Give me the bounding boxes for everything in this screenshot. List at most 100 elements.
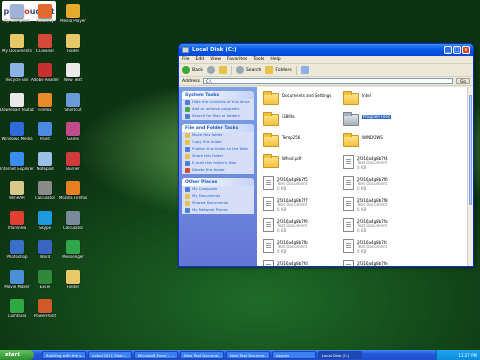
desktop-icon[interactable]: Folder xyxy=(58,33,88,54)
desktop-icon[interactable]: Firefox xyxy=(30,92,60,113)
menu-item-help[interactable]: Help xyxy=(270,57,280,62)
task-link[interactable]: My Documents xyxy=(182,193,254,200)
taskbar-button[interactable]: Building with the s... xyxy=(42,351,86,359)
folder-item[interactable]: WINDOWS xyxy=(343,133,423,154)
file-item[interactable]: 2f316a4g8b7fa Text Document 0 KB xyxy=(343,217,423,238)
desktop-icon[interactable]: Burner xyxy=(58,151,88,172)
desktop-icon[interactable]: Folder xyxy=(58,269,88,290)
window-titlebar[interactable]: Local Disk (C:) _ □ x xyxy=(179,44,473,56)
desktop-icon[interactable]: Skype xyxy=(30,210,60,231)
file-item[interactable]: 2f316a4g8b7fc Text Document 0 KB xyxy=(343,238,423,259)
task-link[interactable]: Copy this folder xyxy=(182,139,254,146)
desktop-icon[interactable]: Shortcut xyxy=(58,92,88,113)
task-link[interactable]: E-mail this folder's files xyxy=(182,160,254,167)
vertical-scrollbar[interactable] xyxy=(467,87,473,266)
desktop-icon[interactable]: Media Player xyxy=(58,4,88,24)
task-panel-header[interactable]: Other Places xyxy=(182,178,254,186)
file-view[interactable]: Documents and Settings Intel i386fa Program… xyxy=(257,87,473,266)
desktop-icon[interactable]: WinRAR xyxy=(2,181,32,201)
taskbar-button[interactable]: Microsoft Excel - ... xyxy=(134,351,178,359)
views-icon[interactable] xyxy=(300,66,309,74)
desktop-icon[interactable]: Word xyxy=(30,240,60,260)
desktop-icon[interactable]: Movie Maker xyxy=(2,269,32,290)
task-link[interactable]: Delete this folder xyxy=(182,167,254,174)
desktop-icon[interactable]: CCleaner xyxy=(30,33,60,54)
desktop-icon[interactable]: Game xyxy=(58,122,88,142)
minimize-button[interactable]: _ xyxy=(444,46,452,54)
program-icon xyxy=(66,92,80,107)
desktop-icon[interactable]: Calculator xyxy=(30,181,60,201)
task-link[interactable]: Hide the contents of this drive xyxy=(182,99,254,106)
taskbar-button[interactable]: New Text Docume... xyxy=(180,351,224,359)
desktop-icon[interactable]: Windows Media xyxy=(1,122,33,142)
task-panel-header[interactable]: System Tasks xyxy=(182,91,254,99)
desktop-icon[interactable]: Calculator xyxy=(58,210,88,231)
search-button[interactable]: Search xyxy=(235,66,261,74)
desktop-icon[interactable]: Mozilla Firefox xyxy=(58,181,88,201)
task-link[interactable]: Search for files or folders xyxy=(182,113,254,120)
desktop-icon[interactable]: New Text xyxy=(58,63,88,83)
forward-button[interactable] xyxy=(206,66,215,74)
folder-item[interactable]: Whnd.pdf xyxy=(263,154,343,175)
file-item[interactable]: 2f316a4g8b7fb Text Document 0 KB xyxy=(263,238,343,259)
file-item[interactable]: 2f316a4g8b7f8 Text Document 0 KB xyxy=(343,196,423,217)
menu-item-tools[interactable]: Tools xyxy=(253,57,264,62)
task-link[interactable]: My Network Places xyxy=(182,207,254,214)
desktop-icon[interactable]: IrfanView xyxy=(2,210,32,231)
file-item[interactable]: 2f316a4g8b7f4 Text Document 0 KB xyxy=(343,154,423,175)
file-item[interactable]: 2f316a4g8b7f6 Text Document 0 KB xyxy=(343,175,423,196)
close-button[interactable]: x xyxy=(462,46,470,54)
folder-item[interactable]: Documents and Settings xyxy=(263,91,343,112)
file-item[interactable]: 2f316a4g8b7feText Document0 KB xyxy=(343,259,423,266)
maximize-button[interactable]: □ xyxy=(453,46,461,54)
task-link[interactable]: Publish this folder to the Web xyxy=(182,146,254,153)
menu-item-edit[interactable]: Edit xyxy=(196,57,205,62)
desktop-icon[interactable]: Excel xyxy=(30,269,60,290)
address-input[interactable]: C:\ xyxy=(202,78,453,84)
menu-item-favorites[interactable]: Favorites xyxy=(227,57,247,62)
file-item[interactable]: 2f316a4g8b7fdText Document0 KB xyxy=(263,259,343,266)
folder-item[interactable]: i386fa xyxy=(263,112,343,133)
explorer-window[interactable]: Local Disk (C:) _ □ x File Edit View Favori… xyxy=(178,43,474,267)
desktop-icon[interactable]: My Documents xyxy=(2,33,32,54)
folder-item[interactable]: Program Files xyxy=(343,112,423,133)
taskbar-button[interactable]: kasans xyxy=(272,351,316,359)
task-link[interactable]: My Computer xyxy=(182,186,254,193)
folder-item[interactable]: Intel xyxy=(343,91,423,112)
desktop-icon[interactable]: Internet Explorer xyxy=(0,151,34,172)
desktop-icon[interactable]: Audacity xyxy=(30,4,60,24)
desktop-icon[interactable]: Download Youtube xyxy=(0,92,34,113)
desktop-icon[interactable]: Adobe Reader xyxy=(30,63,60,83)
file-item[interactable]: 2f316a4g8b7f5 Text Document 0 KB xyxy=(263,175,343,196)
file-name-block: Documents and Settings xyxy=(282,93,331,98)
task-link[interactable]: Move this folder xyxy=(182,132,254,139)
file-item[interactable]: 2f316a4g8b7f7 Text Document 0 KB xyxy=(263,196,343,217)
folder-item[interactable]: Temp256 xyxy=(263,133,343,154)
folders-button[interactable]: Folders xyxy=(265,66,292,74)
taskbar-button[interactable]: New Text Docume... xyxy=(226,351,270,359)
address-bar: Address C:\ Go xyxy=(179,77,473,86)
desktop-icon[interactable]: Photoshop xyxy=(2,240,32,260)
desktop-icon[interactable]: Recycle Bin xyxy=(2,63,32,83)
desktop-icon[interactable]: Camtasia xyxy=(2,299,32,319)
task-link[interactable]: Shared Documents xyxy=(182,200,254,207)
desktop-icon[interactable]: PowerPoint xyxy=(30,299,60,319)
up-folder-icon[interactable] xyxy=(218,66,227,74)
taskbar-button[interactable]: Local Disk (C:) xyxy=(318,351,362,359)
task-link[interactable]: Add or remove programs xyxy=(182,106,254,113)
task-link[interactable]: Share this folder xyxy=(182,153,254,160)
desktop-icon-label: Mozilla Firefox xyxy=(58,196,88,200)
back-button[interactable]: Back xyxy=(182,66,203,74)
taskbar-button[interactable]: notsci2011 Shan... xyxy=(88,351,132,359)
scroll-thumb[interactable] xyxy=(469,95,472,205)
start-button[interactable]: start xyxy=(0,350,34,360)
file-item[interactable]: 2f316a4g8b7f9 Text Document 0 KB xyxy=(263,217,343,238)
go-button[interactable]: Go xyxy=(456,78,470,84)
desktop-icon[interactable]: My Computer xyxy=(2,4,32,24)
desktop-icon[interactable]: Messenger xyxy=(58,240,88,260)
task-panel-header[interactable]: File and Folder Tasks xyxy=(182,124,254,132)
menu-item-file[interactable]: File xyxy=(182,57,190,62)
desktop-icon[interactable]: Paint xyxy=(30,122,60,142)
desktop-icon[interactable]: Notepad xyxy=(30,151,60,172)
menu-item-view[interactable]: View xyxy=(210,57,221,62)
